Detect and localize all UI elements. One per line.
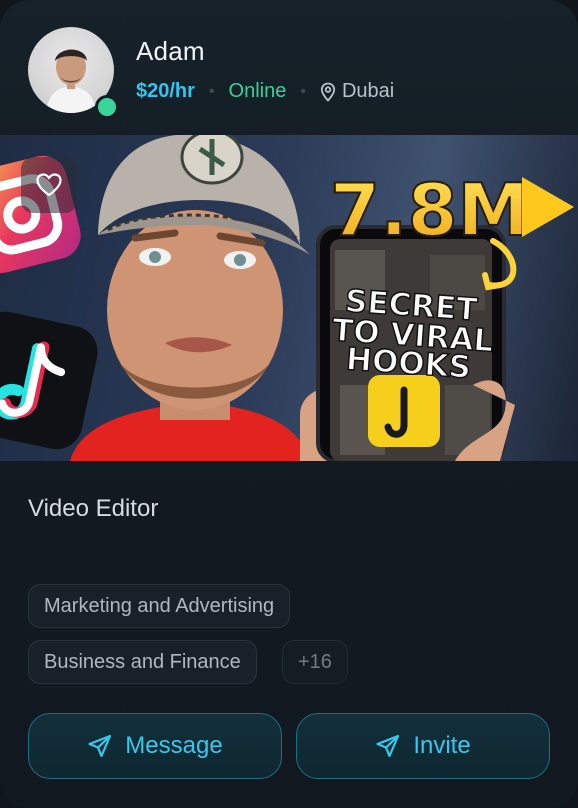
person-figure	[70, 135, 310, 461]
views-count: 7.8M	[330, 168, 529, 252]
location-pin-icon	[320, 82, 336, 102]
profile-meta: $20/hr • Online • Dubai	[136, 80, 394, 103]
send-icon	[88, 734, 112, 758]
hourly-rate: $20/hr	[136, 80, 195, 102]
meta-separator: •	[208, 82, 215, 100]
message-button-label: Message	[125, 732, 223, 759]
online-status: Online	[228, 80, 287, 102]
profile-name[interactable]: Adam	[136, 36, 205, 67]
skill-tag[interactable]: Business and Finance	[28, 640, 257, 684]
thumbnail-illustration: 7.8M SECRET TO VIRAL HOOKS	[0, 135, 574, 461]
invite-button-label: Invite	[413, 732, 471, 759]
message-button[interactable]: Message	[28, 713, 282, 779]
skill-tag[interactable]: Marketing and Advertising	[28, 584, 291, 628]
play-arrow-icon	[522, 177, 574, 237]
send-icon	[376, 734, 400, 758]
online-status-dot	[95, 95, 119, 119]
tiktok-logo-icon	[0, 311, 98, 450]
location-label: Dubai	[341, 80, 395, 102]
heart-icon	[36, 173, 62, 197]
more-tags-badge[interactable]: +16	[282, 640, 348, 684]
portfolio-thumbnail[interactable]: 7.8M SECRET TO VIRAL HOOKS	[0, 135, 578, 461]
job-title: Video Editor	[28, 495, 159, 522]
location: Dubai	[320, 80, 394, 103]
avatar[interactable]	[28, 27, 119, 119]
favorite-button[interactable]	[21, 157, 77, 213]
freelancer-card[interactable]: Adam $20/hr • Online • Dubai 7.8M SECRET…	[0, 0, 578, 808]
invite-button[interactable]: Invite	[296, 713, 550, 779]
meta-separator: •	[300, 82, 306, 100]
